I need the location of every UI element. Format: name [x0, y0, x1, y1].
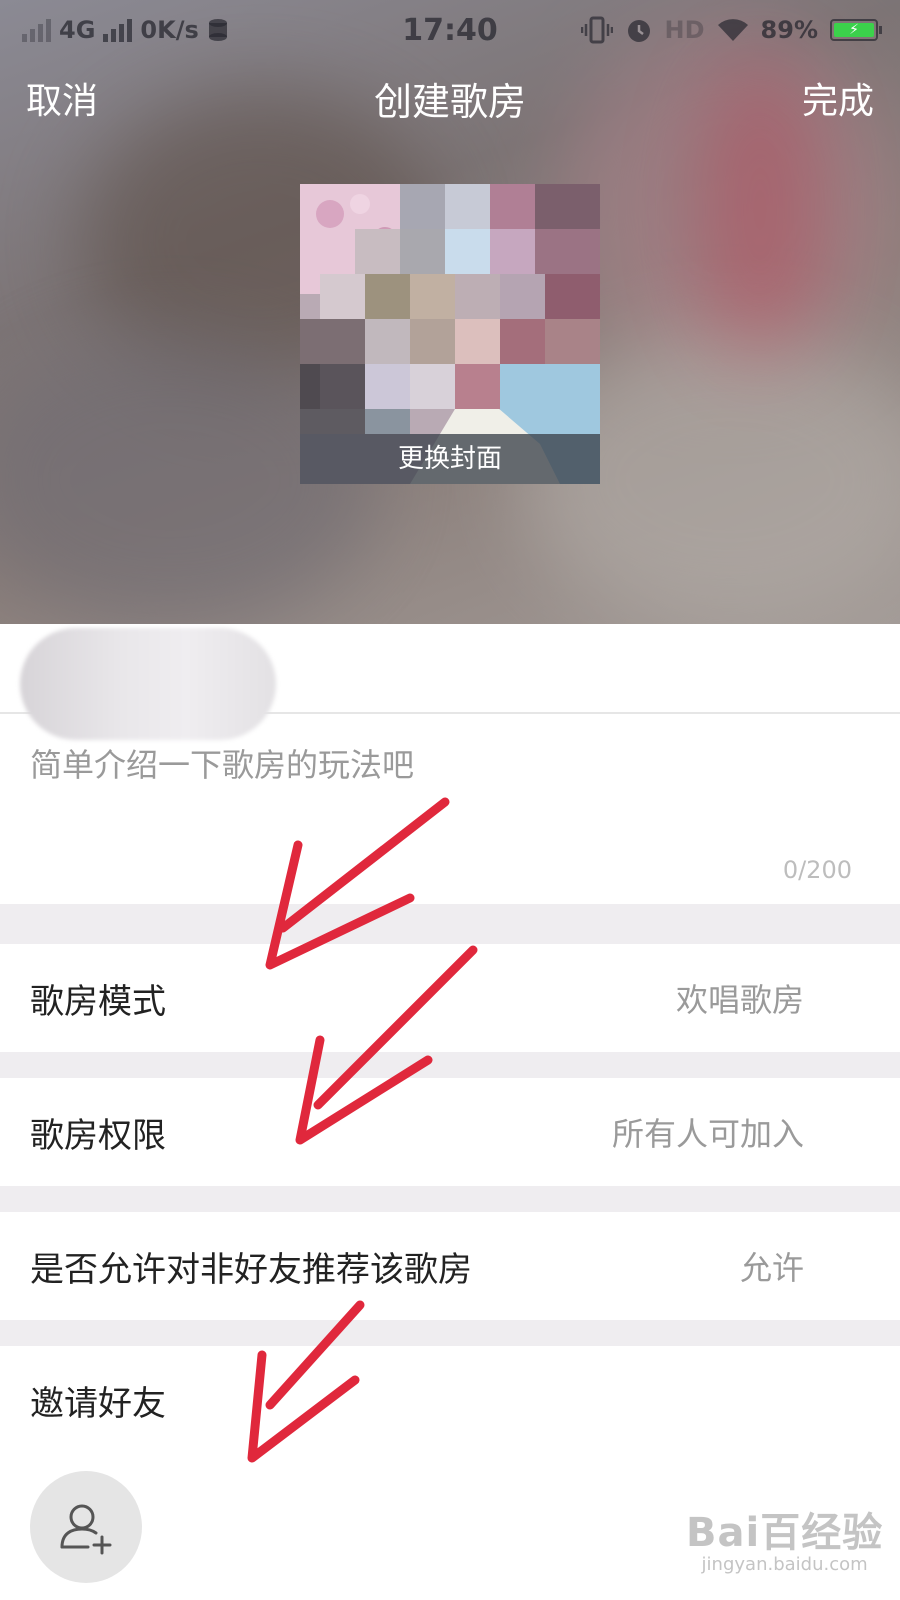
navigation-bar: 取消 创建歌房 完成: [0, 66, 900, 130]
change-cover-label: 更换封面: [300, 434, 600, 484]
vibrate-icon: [580, 16, 613, 44]
cancel-button[interactable]: 取消: [26, 72, 98, 124]
watermark-url: jingyan.baidu.com: [701, 1554, 868, 1575]
network-speed: 0K/s: [140, 16, 199, 44]
room-permission-value: 所有人可加入: [611, 1115, 804, 1153]
description-field[interactable]: 简单介绍一下歌房的玩法吧 0/200: [0, 714, 900, 904]
hd-indicator: HD: [664, 16, 705, 44]
invite-friends-label: 邀请好友: [30, 1384, 166, 1424]
battery-icon: ⚡: [830, 19, 882, 41]
alarm-icon: [627, 20, 650, 42]
section-divider: [0, 1320, 900, 1346]
battery-level: 89%: [760, 16, 818, 44]
status-bar: 4G 0K/s 17:40 HD 89% ⚡: [0, 0, 900, 60]
room-mode-value: 欢唱歌房: [675, 981, 804, 1019]
section-divider: [0, 1052, 900, 1078]
recommend-row[interactable]: 是否允许对非好友推荐该歌房 允许: [0, 1212, 900, 1320]
section-divider: [0, 1186, 900, 1212]
done-button[interactable]: 完成: [802, 72, 874, 124]
network-type: 4G: [59, 16, 96, 44]
watermark-logo: Bai百经验: [686, 1510, 884, 1556]
recommend-value: 允许: [739, 1249, 804, 1287]
room-permission-label: 歌房权限: [30, 1115, 166, 1156]
add-user-icon: [60, 1504, 112, 1555]
character-counter: 0/200: [782, 856, 852, 884]
section-divider: [0, 904, 900, 944]
room-permission-row[interactable]: 歌房权限 所有人可加入: [0, 1078, 900, 1186]
room-mode-row[interactable]: 歌房模式 欢唱歌房: [0, 944, 900, 1052]
page-title: 创建歌房: [373, 79, 526, 124]
data-icon: [208, 19, 227, 41]
recommend-label: 是否允许对非好友推荐该歌房: [30, 1249, 472, 1290]
wifi-icon: [717, 19, 748, 41]
room-form: 简单介绍一下歌房的玩法吧 0/200 歌房模式 欢唱歌房 歌房权限 所有人可加入…: [0, 624, 900, 1586]
description-placeholder: 简单介绍一下歌房的玩法吧: [30, 746, 415, 784]
signal-icon: [22, 18, 51, 42]
signal-icon: [103, 18, 133, 42]
baidu-jingyan-watermark: Bai百经验 jingyan.baidu.com: [686, 1500, 883, 1575]
room-mode-label: 歌房模式: [30, 981, 166, 1022]
cover-image[interactable]: 更换封面: [300, 184, 600, 484]
header-background: 4G 0K/s 17:40 HD 89% ⚡ 取消 创建歌房 完成 更换封面: [0, 0, 900, 624]
invite-friend-button[interactable]: [30, 1471, 142, 1583]
room-name-field[interactable]: [0, 624, 900, 740]
